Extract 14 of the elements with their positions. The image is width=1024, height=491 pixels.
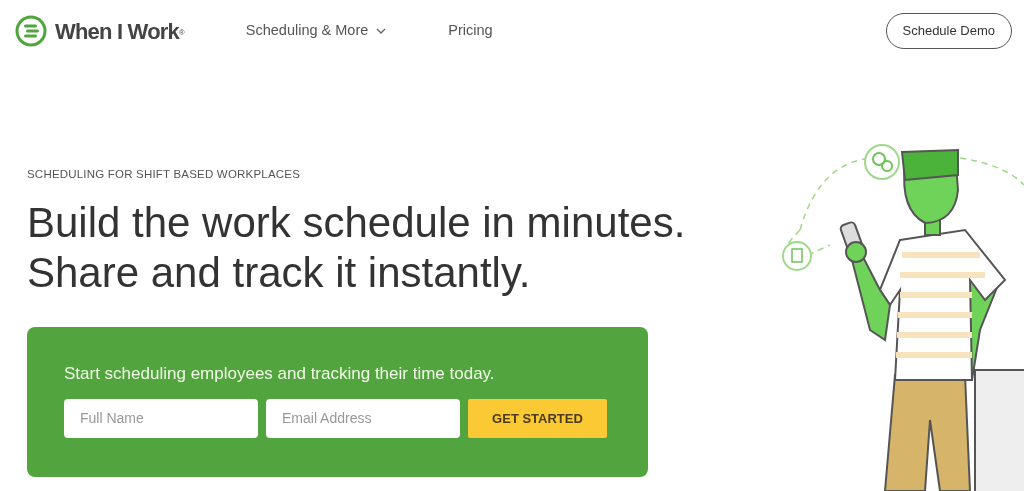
signup-prompt: Start scheduling employees and tracking their time today.	[64, 363, 496, 386]
headline: Build the work schedule in minutes.	[27, 198, 687, 249]
chevron-down-icon	[376, 28, 387, 34]
input-field[interactable]: Email Address	[266, 398, 460, 438]
get-started-button[interactable]: GET STARTED	[468, 398, 607, 438]
eyebrow-text: SCHEDULING FOR SHIFT BASED WORKPLACES	[27, 167, 301, 182]
headline: Share and track it instantly.	[27, 248, 532, 299]
nav-link[interactable]: Pricing	[448, 20, 493, 42]
logo[interactable]: When I Work$^{®}$	[15, 14, 184, 48]
logo-icon	[15, 15, 47, 47]
input-field[interactable]: Full Name	[64, 398, 258, 438]
schedule-demo-button[interactable]: Schedule Demo	[885, 13, 1012, 49]
brand-name: When I Work$^{®}$	[55, 17, 184, 46]
nav-link[interactable]: Scheduling & More	[245, 20, 387, 42]
